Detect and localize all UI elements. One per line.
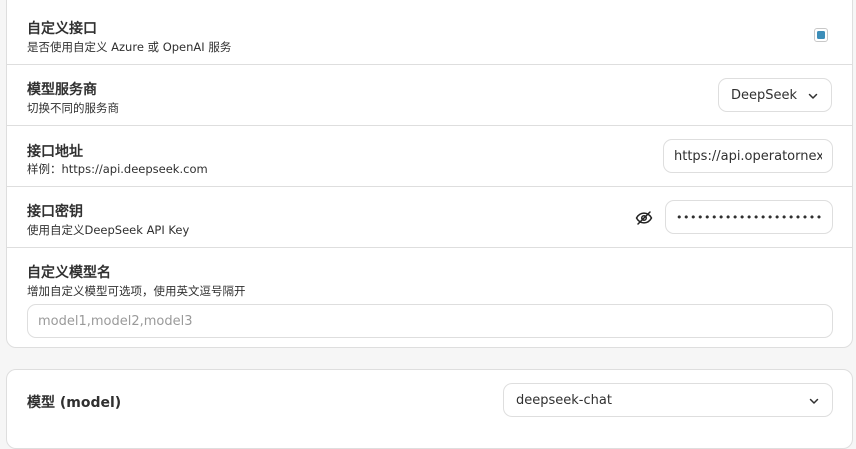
endpoint-input[interactable] bbox=[663, 139, 833, 173]
api-key-subtitle: 使用自定义DeepSeek API Key bbox=[27, 223, 190, 237]
eye-off-icon[interactable] bbox=[635, 209, 653, 227]
model-select[interactable]: deepseek-chat bbox=[503, 383, 833, 417]
model-select-value: deepseek-chat bbox=[516, 392, 612, 408]
provider-title: 模型服务商 bbox=[27, 82, 97, 98]
api-key-row: 接口密钥 使用自定义DeepSeek API Key bbox=[7, 187, 852, 248]
custom-endpoint-row: 自定义接口 是否使用自定义 Azure 或 OpenAI 服务 bbox=[7, 0, 852, 65]
model-title: 模型 (model) bbox=[27, 395, 122, 411]
provider-subtitle: 切换不同的服务商 bbox=[27, 101, 119, 115]
custom-models-title: 自定义模型名 bbox=[27, 265, 111, 281]
provider-row: 模型服务商 切换不同的服务商 DeepSeek bbox=[7, 65, 852, 126]
model-settings-card: 模型 (model) deepseek-chat bbox=[6, 369, 853, 449]
checkbox-checked-mark bbox=[817, 31, 825, 39]
provider-select[interactable]: DeepSeek bbox=[718, 78, 832, 112]
chevron-down-icon bbox=[809, 398, 819, 404]
custom-endpoint-subtitle: 是否使用自定义 Azure 或 OpenAI 服务 bbox=[27, 40, 232, 54]
custom-models-row: 自定义模型名 增加自定义模型可选项，使用英文逗号隔开 bbox=[7, 248, 852, 347]
api-key-input[interactable] bbox=[665, 200, 833, 234]
provider-select-value: DeepSeek bbox=[731, 87, 798, 103]
api-key-title: 接口密钥 bbox=[27, 204, 83, 220]
endpoint-title: 接口地址 bbox=[27, 144, 83, 160]
endpoint-row: 接口地址 样例：https://api.deepseek.com bbox=[7, 126, 852, 187]
custom-endpoint-title: 自定义接口 bbox=[27, 21, 97, 37]
custom-models-input[interactable] bbox=[27, 304, 833, 338]
provider-settings-card: 自定义接口 是否使用自定义 Azure 或 OpenAI 服务 模型服务商 切换… bbox=[6, 0, 853, 348]
endpoint-subtitle: 样例：https://api.deepseek.com bbox=[27, 162, 208, 176]
model-row: 模型 (model) deepseek-chat bbox=[7, 370, 852, 431]
custom-endpoint-checkbox[interactable] bbox=[814, 28, 828, 42]
chevron-down-icon bbox=[808, 93, 818, 99]
custom-models-subtitle: 增加自定义模型可选项，使用英文逗号隔开 bbox=[27, 284, 246, 298]
